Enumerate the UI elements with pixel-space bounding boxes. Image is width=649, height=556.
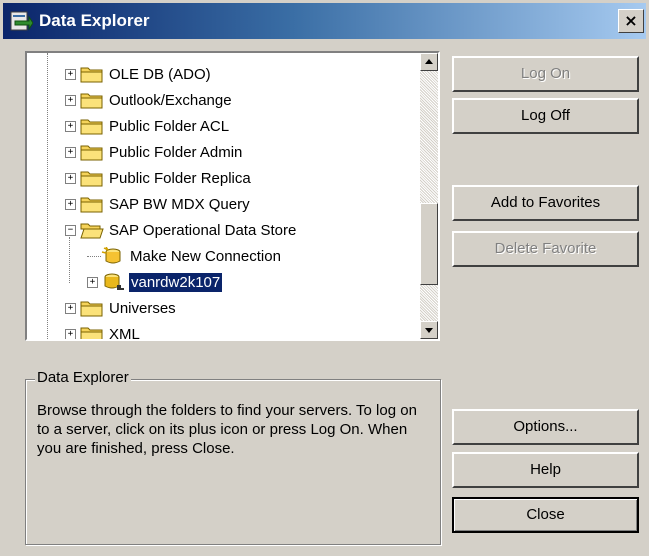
scroll-down-button[interactable] [420,321,438,339]
log-off-button[interactable]: Log Off [452,98,639,134]
folder-icon [80,169,104,187]
expand-icon[interactable]: + [65,68,76,80]
tree-item[interactable]: + Public Folder ACL [65,113,231,139]
folder-icon [80,299,104,317]
data-explorer-window: Data Explorer × + OLE DB (ADO) + Outlook/Ex… [0,0,649,556]
data-explorer-icon [10,11,33,31]
tree-item[interactable]: + Universes [65,295,178,321]
folder-icon [80,195,104,213]
tree-item-label[interactable]: Make New Connection [128,247,283,266]
new-connection-icon [101,246,125,265]
tree-item[interactable]: + OLE DB (ADO) [65,61,213,87]
tree-item-label[interactable]: OLE DB (ADO) [107,65,213,84]
tree-item[interactable]: + Public Folder Replica [65,165,253,191]
tree-item[interactable]: + vanrdw2k107 [87,269,224,295]
close-button[interactable]: Close [452,497,639,533]
server-icon [102,273,126,291]
groupbox-description: Browse through the folders to find your … [37,402,417,457]
tree-item-label[interactable]: XML [107,325,142,340]
tree-item[interactable]: + Public Folder Admin [65,139,244,165]
expand-icon[interactable]: + [65,302,76,314]
folder-icon [80,143,104,161]
tree-child-guide-line [69,237,70,283]
expand-icon[interactable]: + [65,198,76,210]
tree-connector [87,255,101,257]
close-window-button[interactable]: × [618,9,644,33]
scroll-up-button[interactable] [420,53,438,71]
tree-item[interactable]: + SAP BW MDX Query [65,191,252,217]
tree-item[interactable]: + XML [65,321,142,339]
expand-icon[interactable]: + [65,146,76,158]
expand-icon[interactable]: + [87,276,98,288]
folder-icon [80,325,104,339]
arrow-up-icon [425,59,433,64]
tree-viewport: + OLE DB (ADO) + Outlook/Exchange + Public Fo… [27,53,420,339]
tree-item[interactable]: − SAP Operational Data Store [65,217,298,243]
tree-item[interactable]: Make New Connection [87,243,283,269]
folder-icon [80,117,104,135]
tree-vertical-scrollbar[interactable] [420,53,438,339]
tree-item[interactable]: + Outlook/Exchange [65,87,234,113]
open-folder-icon [80,221,104,239]
tree-item-label[interactable]: Public Folder ACL [107,117,231,136]
window-title: Data Explorer [39,11,150,30]
scroll-thumb[interactable] [420,203,438,285]
tree-guide-line [47,53,48,339]
folder-icon [80,65,104,83]
expand-icon[interactable]: + [65,172,76,184]
tree-item-label[interactable]: Public Folder Replica [107,169,253,188]
help-button[interactable]: Help [452,452,639,488]
tree-item-label[interactable]: Outlook/Exchange [107,91,234,110]
tree-item-label[interactable]: Universes [107,299,178,318]
arrow-down-icon [425,328,433,333]
groupbox-title: Data Explorer [35,369,131,386]
expand-icon[interactable]: + [65,328,76,339]
collapse-icon[interactable]: − [65,224,76,236]
server-tree[interactable]: + OLE DB (ADO) + Outlook/Exchange + Public Fo… [25,51,440,341]
log-on-button[interactable]: Log On [452,56,639,92]
tree-item-label[interactable]: SAP Operational Data Store [107,221,298,240]
folder-icon [80,91,104,109]
tree-item-label[interactable]: vanrdw2k107 [127,271,224,293]
options-button[interactable]: Options... [452,409,639,445]
expand-icon[interactable]: + [65,94,76,106]
tree-item-label[interactable]: SAP BW MDX Query [107,195,252,214]
expand-icon[interactable]: + [65,120,76,132]
add-to-favorites-button[interactable]: Add to Favorites [452,185,639,221]
delete-favorite-button[interactable]: Delete Favorite [452,231,639,267]
tree-item-label[interactable]: Public Folder Admin [107,143,244,162]
title-bar[interactable]: Data Explorer × [3,3,646,39]
